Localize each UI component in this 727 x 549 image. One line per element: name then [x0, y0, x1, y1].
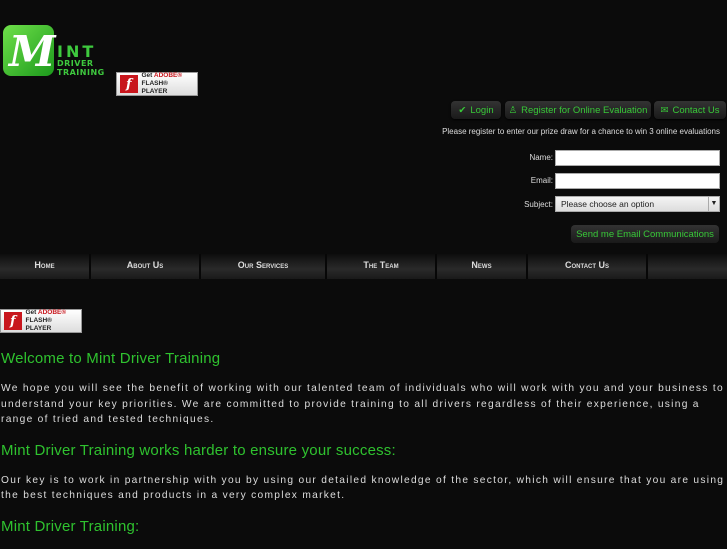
mail-icon: ✉	[660, 104, 669, 116]
nav-about-us[interactable]: About Us	[91, 254, 201, 279]
subject-select[interactable]: Please choose an option ▼	[555, 196, 720, 212]
logo-subtitle: DRIVER TRAINING	[57, 59, 105, 77]
check-icon: ✔	[458, 104, 467, 116]
success-heading: Mint Driver Training works harder to ens…	[1, 441, 396, 459]
subject-label: Subject:	[524, 200, 553, 209]
get-flash-player-badge[interactable]: f Get ADOBE® FLASH® PLAYER	[116, 72, 198, 96]
nav-our-services[interactable]: Our Services	[201, 254, 327, 279]
email-input[interactable]	[555, 173, 720, 189]
flash-icon: f	[4, 312, 22, 330]
send-email-button[interactable]: Send me Email Communications	[571, 225, 719, 243]
get-flash-player-badge-2[interactable]: f Get ADOBE® FLASH® PLAYER	[0, 309, 82, 333]
logo[interactable]: M INT DRIVER TRAINING	[3, 25, 104, 77]
nav-home[interactable]: Home	[0, 254, 91, 279]
login-button[interactable]: ✔ Login	[451, 101, 501, 119]
name-label: Name:	[529, 153, 553, 162]
main-nav: Home About Us Our Services The Team News…	[0, 254, 727, 279]
logo-mark: M	[3, 25, 56, 76]
contact-us-button[interactable]: ✉ Contact Us	[654, 101, 726, 119]
flash-icon: f	[120, 75, 138, 93]
nav-contact-us[interactable]: Contact Us	[528, 254, 648, 279]
partnership-paragraph: Our key is to work in partnership with y…	[1, 474, 725, 502]
register-button[interactable]: ♙ Register for Online Evaluation	[505, 101, 651, 119]
email-label: Email:	[530, 176, 553, 185]
mint-heading: Mint Driver Training:	[1, 517, 140, 535]
main-content: Welcome to Mint Driver Training We hope …	[1, 350, 725, 549]
chevron-down-icon: ▼	[708, 197, 719, 211]
welcome-paragraph: We hope you will see the benefit of work…	[1, 383, 724, 425]
name-input[interactable]	[555, 150, 720, 166]
nav-empty	[648, 254, 727, 279]
nav-news[interactable]: News	[437, 254, 528, 279]
nav-the-team[interactable]: The Team	[327, 254, 437, 279]
welcome-heading: Welcome to Mint Driver Training	[1, 350, 221, 367]
prize-draw-note: Please register to enter our prize draw …	[442, 127, 720, 136]
user-icon: ♙	[508, 104, 518, 116]
